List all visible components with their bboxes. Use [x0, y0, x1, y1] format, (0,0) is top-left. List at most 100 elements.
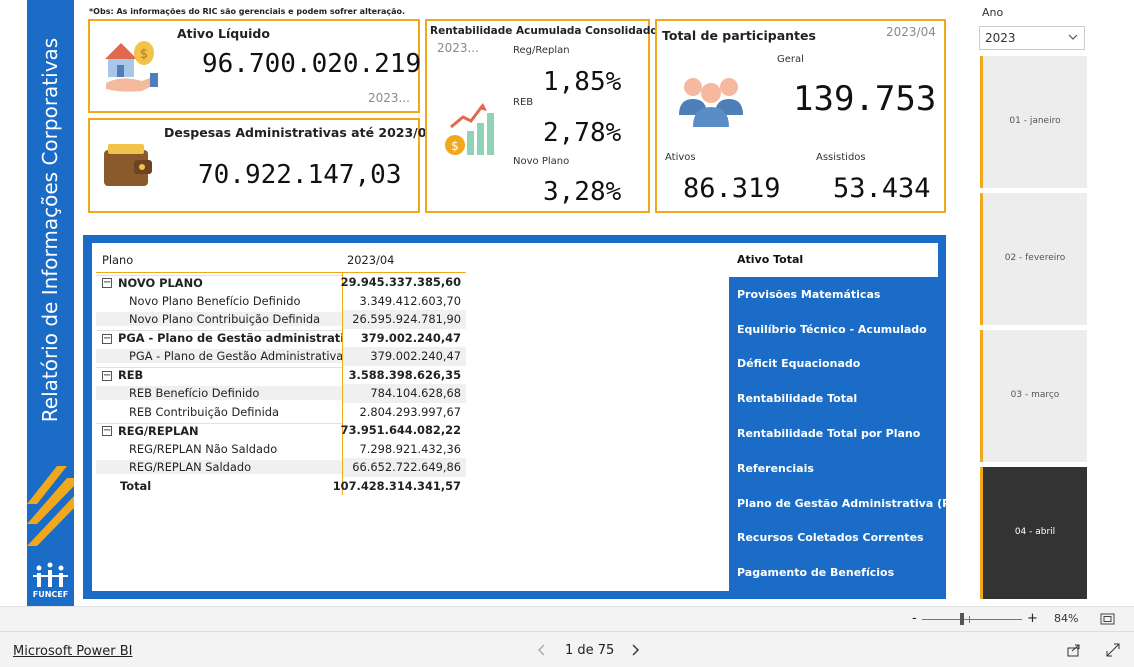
ano-dropdown[interactable]: 2023	[979, 26, 1085, 50]
ano-dropdown-value: 2023	[985, 31, 1016, 45]
fit-to-page-icon[interactable]	[1100, 613, 1115, 625]
menu-item[interactable]: Provisões Matemáticas	[729, 278, 938, 312]
row-label-cell: Novo Plano Contribuição Definida	[96, 312, 342, 327]
ativo-liquido-card[interactable]: $ Ativo Líquido 96.700.020.219... 2023..…	[88, 19, 468, 113]
participantes-card[interactable]: Total de participantes 2023/04 Geral 139…	[655, 19, 946, 213]
sidebar: Relatório de Informações Corporativas FU…	[27, 0, 74, 606]
report-title: Relatório de Informações Corporativas	[38, 37, 62, 423]
zoom-slider[interactable]	[922, 619, 1022, 620]
month-label: 03 - março	[1010, 390, 1060, 400]
col-period-header[interactable]: 2023/04	[342, 247, 466, 272]
menu-item[interactable]: Pagamento de Benefícios	[729, 556, 938, 590]
month-label: 04 - abril	[1014, 527, 1056, 537]
ativos-value: 86.319	[683, 173, 781, 204]
menu-item[interactable]: Rentabilidade Total	[729, 382, 938, 416]
table-row[interactable]: − REB 3.588.398.626,35	[96, 365, 466, 384]
row-label: NOVO PLANO	[118, 275, 203, 290]
row-label-cell: PGA - Plano de Gestão Administrativa	[96, 349, 342, 364]
participantes-period: 2023/04	[886, 25, 936, 39]
table-row[interactable]: REG/REPLAN Não Saldado 7.298.921.432,36	[96, 439, 466, 458]
row-value: 2.804.293.997,67	[342, 402, 466, 421]
menu-item[interactable]: Ativo Total	[729, 243, 938, 277]
row-value: 29.945.337.385,60	[341, 273, 466, 292]
svg-text:$: $	[451, 139, 459, 153]
table-row[interactable]: − NOVO PLANO 29.945.337.385,60	[96, 273, 466, 292]
row-value: 26.595.924.781,90	[342, 310, 466, 329]
col-plano-header[interactable]: Plano	[96, 253, 342, 267]
row-label-cell: − REG/REPLAN	[96, 422, 342, 438]
month-button[interactable]: 02 - fevereiro	[980, 193, 1087, 325]
fullscreen-icon[interactable]	[1106, 643, 1120, 657]
table-row[interactable]: PGA - Plano de Gestão Administrativa 379.…	[96, 347, 466, 366]
month-button[interactable]: 01 - janeiro	[980, 56, 1087, 188]
plano-matrix-table[interactable]: Plano 2023/04 − NOVO PLANO 29.945.337.385,…	[96, 247, 466, 495]
table-row[interactable]: REG/REPLAN Saldado 66.652.722.649,86	[96, 458, 466, 477]
ativos-label: Ativos	[665, 152, 696, 163]
row-label: REB	[118, 368, 144, 383]
row-label-cell: REB Contribuição Definida	[96, 404, 342, 419]
row-value: 66.652.722.649,86	[342, 458, 466, 477]
measure-menu: Ativo Total Provisões Matemáticas Equilíbr…	[729, 243, 973, 591]
menu-item[interactable]: Referenciais	[729, 452, 938, 486]
row-label-cell: − REB	[96, 367, 342, 382]
people-group-icon	[679, 78, 743, 127]
menu-item[interactable]: Déficit Equacionado	[729, 347, 938, 381]
row-value: 3.588.398.626,35	[342, 365, 466, 384]
zoom-slider-thumb[interactable]	[960, 613, 964, 625]
collapse-toggle-icon[interactable]: −	[102, 426, 112, 437]
zoom-out-button[interactable]: -	[912, 611, 917, 626]
rentabilidade-card[interactable]: Rentabilidade Acumulada Consolidado 2023…	[425, 19, 658, 213]
collapse-toggle-icon[interactable]: −	[102, 278, 112, 289]
rent-label-reg-replan: Reg/Replan	[513, 45, 570, 56]
collapse-toggle-icon[interactable]: −	[102, 333, 112, 344]
footer-bar: Microsoft Power BI 1 de 75	[0, 631, 1134, 667]
house-money-icon: $	[105, 41, 158, 92]
row-value: 73.951.644.082,22	[341, 421, 466, 440]
geral-value: 139.753	[793, 79, 937, 119]
month-button[interactable]: 04 - abril	[980, 467, 1087, 599]
share-icon[interactable]	[1067, 643, 1082, 657]
power-bi-link[interactable]: Microsoft Power BI	[13, 644, 132, 659]
despesas-card[interactable]: Despesas Administrativas até 2023/04 70.…	[88, 118, 435, 213]
rent-value-reb: 2,78%	[543, 118, 622, 148]
funcef-logo-icon	[33, 562, 68, 587]
table-row[interactable]: Novo Plano Benefício Definido 3.349.412.6…	[96, 291, 466, 310]
month-label: 01 - janeiro	[1009, 116, 1061, 126]
table-row[interactable]: REB Contribuição Definida 2.804.293.997,6…	[96, 402, 466, 421]
row-label: PGA - Plano de Gestão administrativa	[118, 331, 342, 346]
menu-item[interactable]: Plano de Gestão Administrativa (PGA)	[729, 487, 973, 521]
row-value: 3.349.412.603,70	[342, 291, 466, 310]
menu-item[interactable]: Equilíbrio Técnico - Acumulado	[729, 313, 938, 347]
menu-item[interactable]: Rentabilidade Total por Plano	[729, 417, 938, 451]
page-indicator: 1 de 75	[565, 643, 615, 658]
row-label-cell: REG/REPLAN Não Saldado	[96, 441, 342, 456]
next-page-icon[interactable]	[630, 644, 640, 656]
row-label: Novo Plano Contribuição Definida	[129, 312, 321, 327]
collapse-toggle-icon[interactable]: −	[102, 370, 112, 381]
table-row[interactable]: REB Benefício Definido 784.104.628,68	[96, 384, 466, 403]
row-label-cell: Novo Plano Benefício Definido	[96, 293, 342, 308]
rentabilidade-period: 2023...	[437, 41, 479, 55]
row-label-cell: − PGA - Plano de Gestão administrativa	[96, 330, 342, 345]
table-header: Plano 2023/04	[96, 247, 466, 273]
table-row[interactable]: − PGA - Plano de Gestão administrativa 379…	[96, 328, 466, 347]
disclaimer: *Obs: As informações do RIC são gerencia…	[89, 7, 406, 16]
month-button[interactable]: 03 - março	[980, 330, 1087, 462]
wallet-icon	[104, 144, 152, 186]
table-row[interactable]: − REG/REPLAN 73.951.644.082,22	[96, 421, 466, 440]
zoom-bar: - + 84%	[0, 606, 1134, 631]
row-label: REB Benefício Definido	[129, 386, 260, 401]
prev-page-icon[interactable]	[537, 644, 547, 656]
table-row[interactable]: Total 107.428.314.341,57	[96, 476, 466, 495]
rent-value-novo-plano: 3,28%	[543, 177, 622, 207]
zoom-in-button[interactable]: +	[1027, 611, 1038, 626]
despesas-value: 70.922.147,03	[198, 160, 402, 190]
month-label: 02 - fevereiro	[1004, 253, 1066, 263]
table-row[interactable]: Novo Plano Contribuição Definida 26.595.9…	[96, 310, 466, 329]
rent-label-reb: REB	[513, 97, 534, 108]
row-label: PGA - Plano de Gestão Administrativa	[129, 349, 342, 364]
row-value: 107.428.314.341,57	[333, 476, 466, 495]
funcef-logo-text: FUNCEF	[32, 590, 69, 599]
menu-item[interactable]: Recursos Coletados Correntes	[729, 521, 938, 555]
assistidos-value: 53.434	[833, 173, 931, 204]
